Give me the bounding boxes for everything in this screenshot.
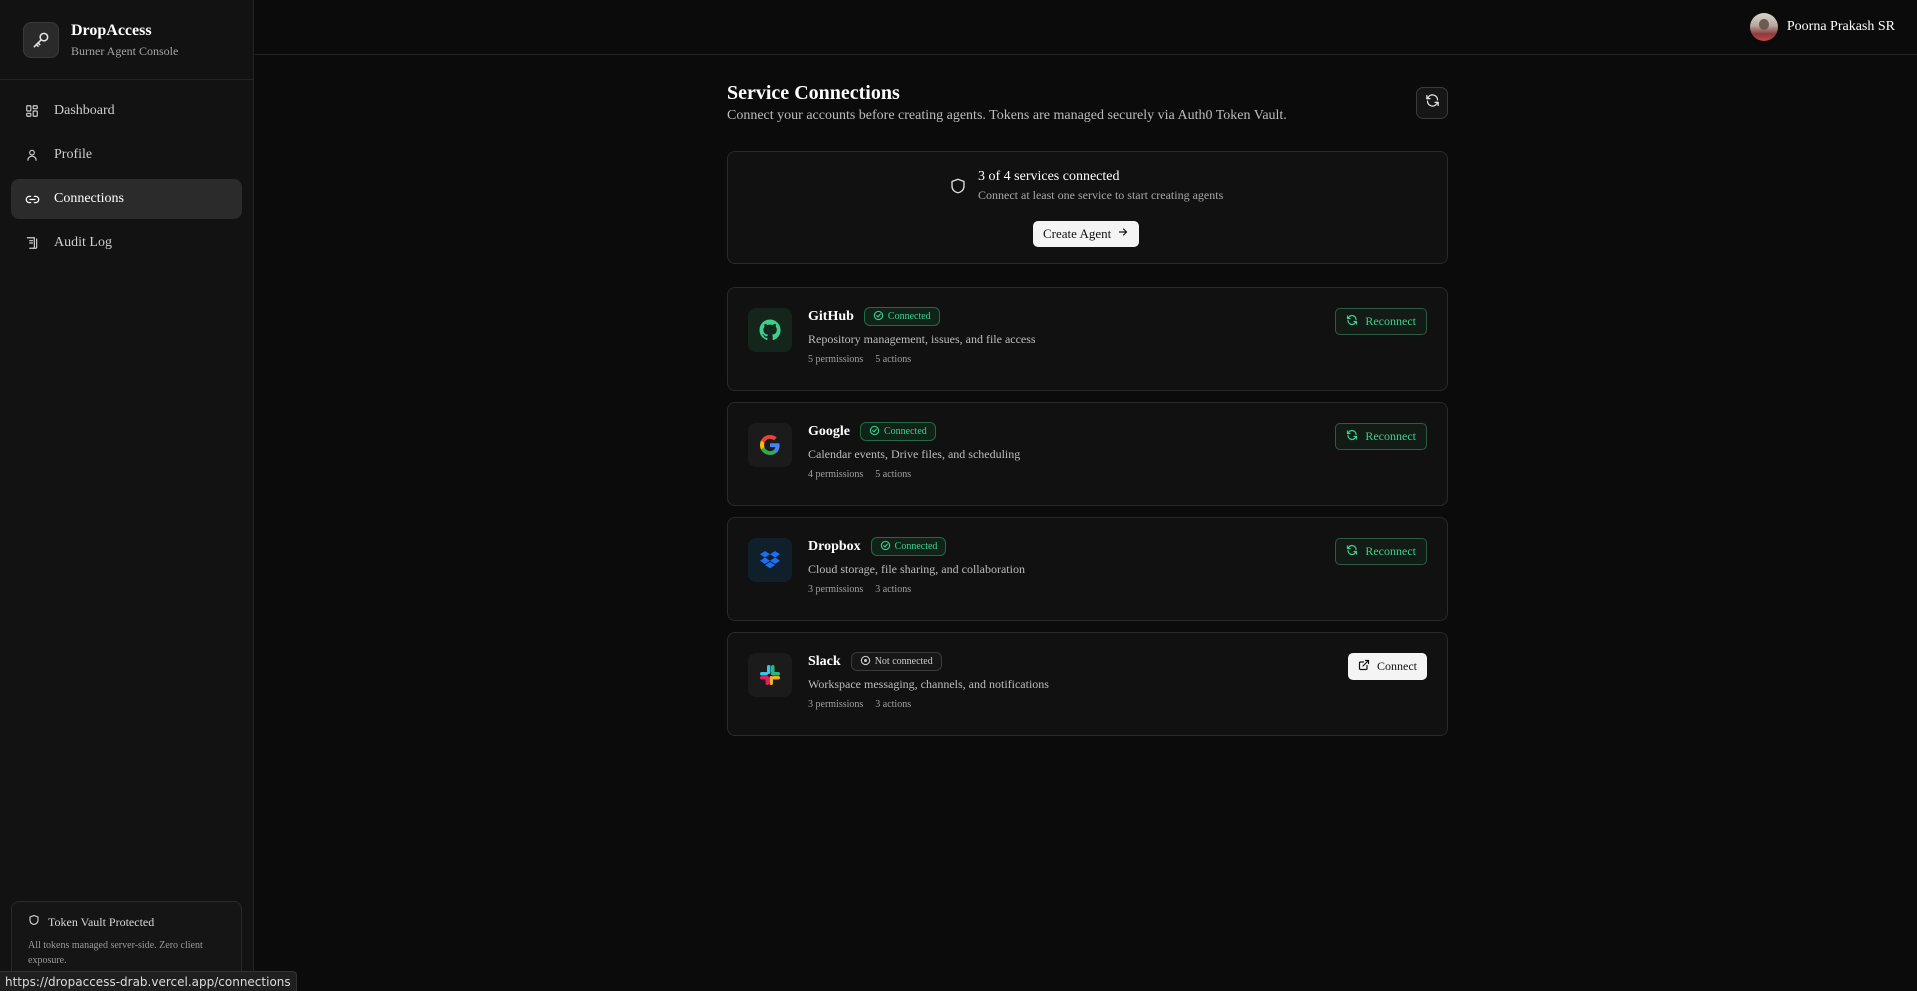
- refresh-icon: [1346, 429, 1358, 445]
- sidebar-item-audit-log[interactable]: Audit Log: [11, 223, 242, 263]
- key-icon: [23, 21, 59, 58]
- connect-label: Connect: [1377, 659, 1417, 673]
- sidebar-item-label: Connections: [54, 191, 124, 206]
- sidebar-item-label: Profile: [54, 147, 93, 162]
- permissions-count: 4 permissions: [808, 469, 864, 480]
- reconnect-label: Reconnect: [1365, 429, 1416, 443]
- google-icon: [748, 423, 792, 467]
- reconnect-button-google[interactable]: Reconnect: [1335, 423, 1427, 450]
- refresh-button[interactable]: [1416, 87, 1448, 119]
- create-agent-button[interactable]: Create Agent: [1033, 221, 1140, 247]
- check-circle-icon: [880, 540, 891, 554]
- external-link-icon: [1358, 659, 1370, 675]
- user-menu[interactable]: Poorna Prakash SR: [1749, 13, 1895, 41]
- service-description: Cloud storage, file sharing, and collabo…: [808, 562, 1025, 576]
- service-card-github: GitHub Connected Repository management, …: [727, 287, 1448, 391]
- page-title: Service Connections: [727, 82, 900, 104]
- reconnect-button-github[interactable]: Reconnect: [1335, 308, 1427, 335]
- shield-icon: [28, 914, 40, 930]
- dropbox-icon: [748, 538, 792, 582]
- github-icon: [748, 308, 792, 352]
- service-description: Repository management, issues, and file …: [808, 332, 1036, 346]
- service-card-slack: Slack Not connected Workspace messaging,…: [727, 632, 1448, 736]
- grid-icon: [24, 103, 40, 119]
- sidebar-item-connections[interactable]: Connections: [11, 179, 242, 219]
- vault-description: All tokens managed server-side. Zero cli…: [28, 940, 203, 966]
- connect-button-slack[interactable]: Connect: [1348, 653, 1427, 680]
- reconnect-button-dropbox[interactable]: Reconnect: [1335, 538, 1427, 565]
- main-content: Service Connections Connect your account…: [727, 80, 1448, 736]
- check-circle-icon: [873, 310, 884, 324]
- user-icon: [24, 147, 40, 163]
- status-badge-label: Not connected: [874, 656, 933, 667]
- user-name: Poorna Prakash SR: [1786, 19, 1895, 34]
- refresh-icon: [1346, 314, 1358, 330]
- summary-title: 3 of 4 services connected: [978, 169, 1120, 184]
- service-card-dropbox: Dropbox Connected Cloud storage, file sh…: [727, 517, 1448, 621]
- status-badge: Connected: [863, 307, 940, 326]
- reconnect-label: Reconnect: [1365, 544, 1416, 558]
- status-badge-label: Connected: [894, 541, 938, 552]
- service-name: Google: [808, 423, 850, 439]
- sidebar-item-profile[interactable]: Profile: [11, 135, 242, 175]
- brand-name: DropAccess: [71, 21, 152, 39]
- x-circle-icon: [860, 655, 871, 669]
- slack-icon: [748, 653, 792, 697]
- actions-count: 5 actions: [875, 469, 912, 480]
- status-badge: Connected: [870, 537, 947, 556]
- status-badge: Not connected: [850, 652, 942, 671]
- link-icon: [24, 191, 40, 207]
- actions-count: 3 actions: [875, 699, 912, 710]
- status-bar-url: https://dropaccess-drab.vercel.app/conne…: [0, 971, 297, 991]
- service-description: Calendar events, Drive files, and schedu…: [808, 447, 1021, 461]
- page-subtitle: Connect your accounts before creating ag…: [727, 108, 1287, 123]
- sidebar-item-label: Audit Log: [54, 235, 112, 250]
- permissions-count: 3 permissions: [808, 584, 864, 595]
- status-badge: Connected: [860, 422, 936, 441]
- permissions-count: 3 permissions: [808, 699, 864, 710]
- refresh-icon: [1425, 93, 1440, 113]
- avatar: [1749, 13, 1778, 41]
- arrow-right-icon: [1117, 226, 1129, 242]
- check-circle-icon: [869, 425, 880, 439]
- permissions-count: 5 permissions: [808, 354, 864, 365]
- create-agent-label: Create Agent: [1043, 226, 1112, 241]
- summary-description: Connect at least one service to start cr…: [978, 188, 1224, 202]
- sidebar-item-label: Dashboard: [54, 103, 115, 118]
- service-name: GitHub: [808, 308, 854, 324]
- sidebar-nav: Dashboard Profile Connections Audit Log: [0, 80, 253, 263]
- service-name: Dropbox: [808, 538, 861, 554]
- actions-count: 3 actions: [875, 584, 912, 595]
- connection-summary-card: 3 of 4 services connected Connect at lea…: [727, 151, 1448, 264]
- service-card-google: Google Connected Calendar events, Drive …: [727, 402, 1448, 506]
- brand-subtitle: Burner Agent Console: [71, 43, 179, 58]
- vault-title: Token Vault Protected: [48, 914, 155, 929]
- service-description: Workspace messaging, channels, and notif…: [808, 677, 1049, 691]
- actions-count: 5 actions: [875, 354, 912, 365]
- brand[interactable]: DropAccess Burner Agent Console: [0, 0, 253, 80]
- status-badge-label: Connected: [887, 311, 931, 322]
- sidebar-item-dashboard[interactable]: Dashboard: [11, 91, 242, 131]
- refresh-icon: [1346, 544, 1358, 560]
- scroll-icon: [24, 235, 40, 251]
- status-badge-label: Connected: [884, 426, 927, 437]
- reconnect-label: Reconnect: [1365, 314, 1416, 328]
- shield-icon: [949, 177, 967, 200]
- topbar: Poorna Prakash SR: [255, 0, 1917, 55]
- service-name: Slack: [808, 653, 841, 669]
- sidebar: DropAccess Burner Agent Console Dashboar…: [0, 0, 254, 991]
